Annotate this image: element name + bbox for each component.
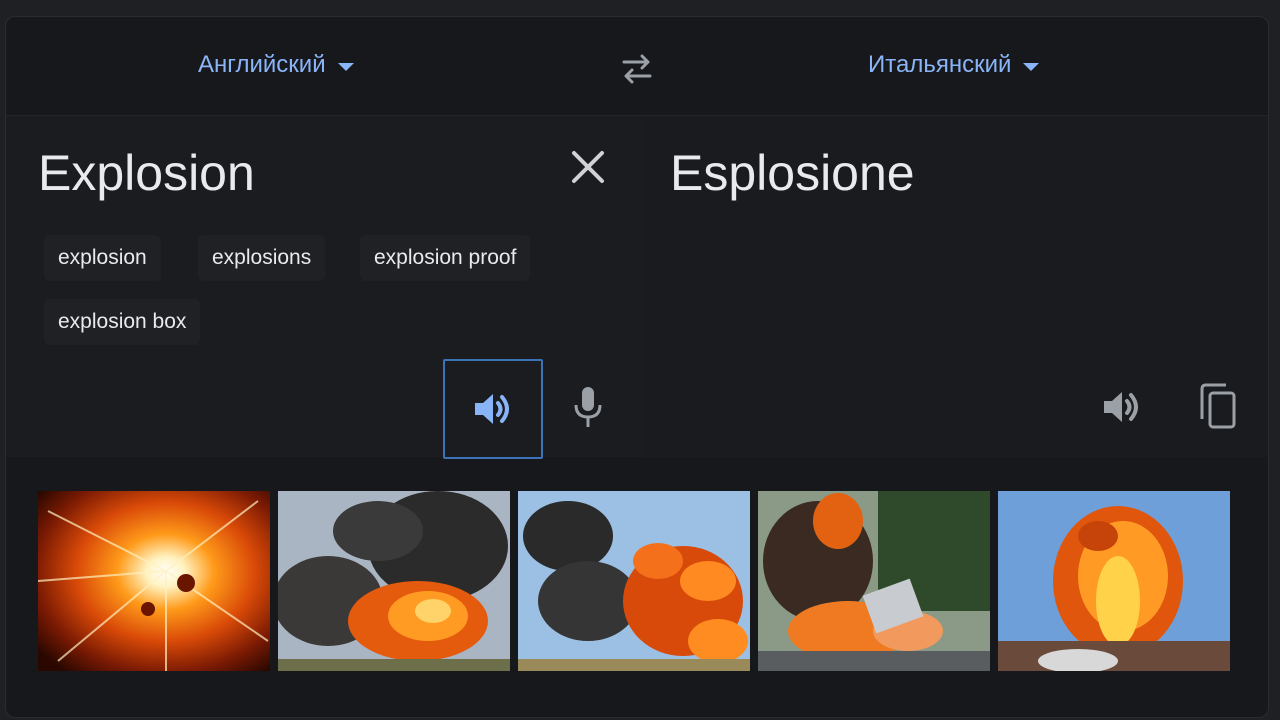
target-language-label: Итальянский [868, 51, 1012, 78]
swap-icon [622, 54, 652, 84]
speaker-icon [475, 394, 509, 424]
source-text[interactable]: Explosion [38, 144, 255, 202]
target-text: Esplosione [670, 145, 915, 201]
copy-icon [1200, 383, 1236, 429]
chevron-down-icon [337, 63, 354, 71]
explosion-image [38, 491, 270, 671]
translate-card: Английский Итальянский Explosion explosi… [5, 16, 1269, 718]
image-result[interactable] [278, 491, 510, 671]
clear-source-button[interactable] [568, 147, 608, 187]
swap-languages-button[interactable] [614, 49, 660, 89]
language-bar: Английский Итальянский [6, 17, 1268, 116]
image-result[interactable] [518, 491, 750, 671]
suggestion-chip[interactable]: explosion box [44, 299, 201, 345]
speaker-icon [1104, 392, 1138, 422]
explosion-image [278, 491, 510, 671]
explosion-image [998, 491, 1230, 671]
explosion-image [518, 491, 750, 671]
suggestion-chip[interactable]: explosion proof [360, 235, 531, 281]
source-language-label: Английский [198, 51, 326, 78]
target-language-selector[interactable]: Итальянский [868, 51, 1040, 79]
image-result[interactable] [998, 491, 1230, 671]
suggestion-chip[interactable]: explosion [44, 235, 161, 281]
microphone-button[interactable] [540, 359, 636, 455]
listen-source-button[interactable] [443, 359, 543, 459]
microphone-icon [574, 387, 602, 427]
image-results [38, 491, 1234, 671]
suggestion-chip[interactable]: explosions [198, 235, 326, 281]
source-language-selector[interactable]: Английский [198, 51, 354, 79]
copy-translation-button[interactable] [1170, 359, 1266, 455]
image-result[interactable] [758, 491, 990, 671]
listen-target-button[interactable] [1074, 359, 1170, 455]
close-icon [572, 151, 604, 183]
chevron-down-icon [1023, 63, 1040, 71]
image-result[interactable] [38, 491, 270, 671]
explosion-image [758, 491, 990, 671]
